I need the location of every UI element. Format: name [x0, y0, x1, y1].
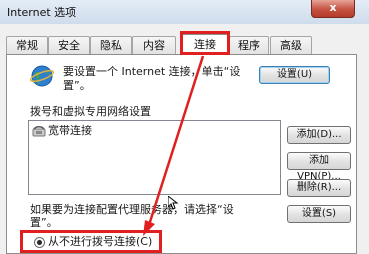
remove-connection-button[interactable]: 删除(R)... — [287, 179, 351, 197]
dialup-connection-icon — [32, 126, 46, 137]
proxy-instruction: 如果要为连接配置代理服务器，请选择“设置”。 — [30, 203, 234, 229]
window-title: Internet 选项 — [7, 6, 77, 19]
title-bar: Internet 选项 x — [0, 0, 369, 25]
proxy-settings-button[interactable]: 设置(S) — [287, 205, 351, 223]
add-connection-button[interactable]: 添加(D)... — [287, 126, 351, 144]
tab-connections-highlight — [180, 31, 230, 55]
tab-programs[interactable]: 程序 — [229, 36, 269, 54]
dialup-vpn-group-label: 拨号和虚拟专用网络设置 — [30, 105, 151, 118]
tab-advanced[interactable]: 高级 — [270, 36, 312, 54]
list-item[interactable]: 宽带连接 — [32, 124, 92, 138]
add-vpn-button[interactable]: 添加 VPN(P)... — [287, 152, 351, 182]
setup-instruction: 要设置一个 Internet 连接，单击“设置”。 — [63, 65, 241, 92]
tab-content[interactable]: 内容 — [132, 36, 176, 54]
tab-privacy[interactable]: 隐私 — [90, 36, 132, 54]
tab-security[interactable]: 安全 — [48, 36, 90, 54]
close-button[interactable]: x — [311, 0, 355, 18]
never-dial-highlight — [20, 230, 162, 253]
tab-general[interactable]: 常规 — [6, 36, 48, 54]
close-icon: x — [329, 1, 337, 14]
globe-icon — [30, 65, 54, 87]
connection-list[interactable]: 宽带连接 — [28, 120, 281, 195]
setup-button[interactable]: 设置(U) — [259, 66, 330, 84]
mouse-cursor-icon — [168, 196, 178, 210]
